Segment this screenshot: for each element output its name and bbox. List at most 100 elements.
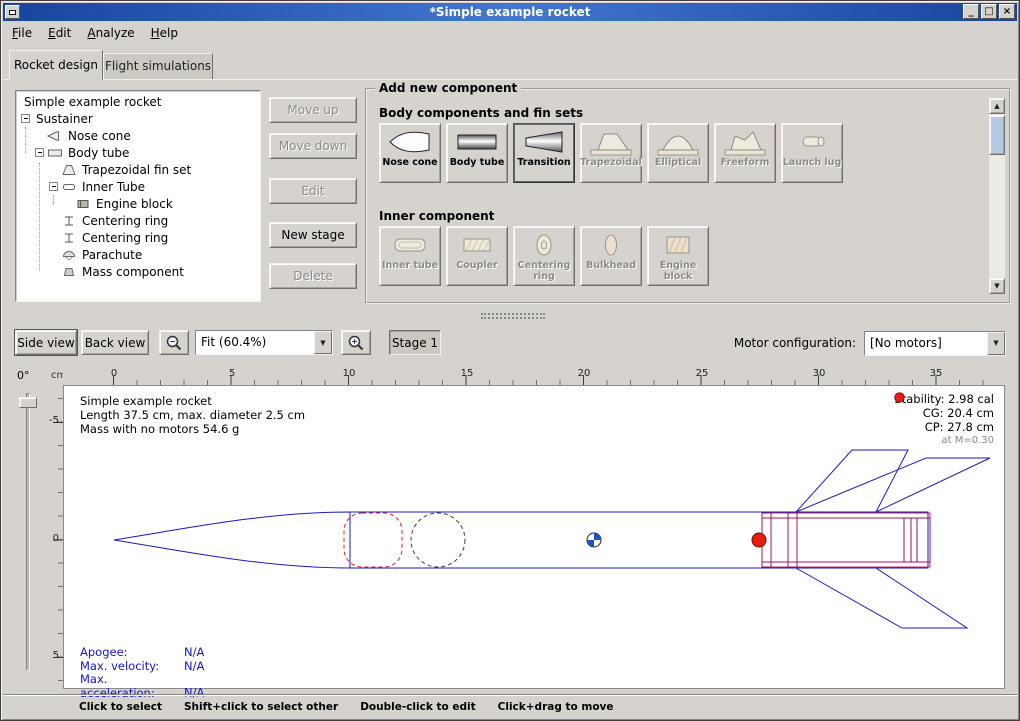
side-view-button[interactable]: Side view xyxy=(15,330,77,355)
collapse-toggle-icon[interactable] xyxy=(49,182,58,191)
scroll-up-icon[interactable]: ▲ xyxy=(989,98,1005,114)
launch-lug-icon xyxy=(790,127,834,157)
rotation-slider-thumb[interactable] xyxy=(19,397,37,408)
stability-value: Stability: 2.98 cal xyxy=(894,392,994,406)
menu-file[interactable]: File xyxy=(4,23,40,44)
centering-ring-icon xyxy=(522,230,566,260)
collapse-toggle-icon[interactable] xyxy=(35,148,44,157)
group-title: Add new component xyxy=(375,81,521,95)
title-bar[interactable]: *Simple example rocket _ □ × xyxy=(3,3,1017,21)
move-down-button[interactable]: Move down xyxy=(269,133,357,159)
horizontal-ruler: 0 5 10 15 20 25 30 35 xyxy=(63,369,1005,385)
rocket-info-text: Simple example rocket Length 37.5 cm, ma… xyxy=(80,394,305,436)
body-tube-icon xyxy=(455,127,499,157)
hint-double-click: Double-click to edit xyxy=(360,701,475,713)
close-button[interactable]: × xyxy=(999,4,1015,19)
menu-help[interactable]: Help xyxy=(143,23,186,44)
add-coupler-button[interactable]: Coupler xyxy=(446,226,508,286)
zoom-in-icon xyxy=(347,334,365,352)
inner-component-label: Inner component xyxy=(379,209,494,223)
cg-icon xyxy=(909,407,920,418)
component-tree[interactable]: Simple example rocket Sustainer Nose con… xyxy=(15,90,261,302)
nose-cone-icon xyxy=(47,130,63,142)
add-centering-ring-button[interactable]: Centering ring xyxy=(513,226,575,286)
collapse-toggle-icon[interactable] xyxy=(21,114,30,123)
tree-item-nose-cone[interactable]: Nose cone xyxy=(16,127,260,144)
add-nose-cone-button[interactable]: Nose cone xyxy=(379,123,441,183)
add-body-tube-button[interactable]: Body tube xyxy=(446,123,508,183)
add-launch-lug-button[interactable]: Launch lug xyxy=(781,123,843,183)
tree-item-centering-ring-2[interactable]: Centering ring xyxy=(16,229,260,246)
transition-icon xyxy=(522,127,566,157)
elliptical-fin-icon xyxy=(656,127,700,157)
add-new-component-group: Add new component Body components and fi… xyxy=(365,88,1011,304)
tree-item-inner-tube[interactable]: Inner Tube xyxy=(16,178,260,195)
zoom-level-select[interactable]: Fit (60.4%) ▼ xyxy=(195,330,333,355)
add-elliptical-fin-button[interactable]: Elliptical xyxy=(647,123,709,183)
scrollbar-thumb[interactable] xyxy=(989,115,1005,155)
menu-edit[interactable]: Edit xyxy=(40,23,79,44)
body-tube-icon xyxy=(47,147,63,159)
centering-ring-icon xyxy=(61,232,77,244)
stage-1-toggle[interactable]: Stage 1 xyxy=(389,330,441,355)
component-panel-scrollbar[interactable]: ▲ ▼ xyxy=(989,98,1005,294)
back-view-button[interactable]: Back view xyxy=(81,330,149,355)
mass-component-icon xyxy=(61,266,77,278)
menu-bar: File Edit Analyze Help xyxy=(4,22,1016,45)
engine-block-icon xyxy=(75,198,91,210)
add-freeform-fin-button[interactable]: Freeform xyxy=(714,123,776,183)
flight-statistics: Apogee:N/A Max. velocity:N/A Max. accele… xyxy=(80,646,204,700)
tree-item-centering-ring-1[interactable]: Centering ring xyxy=(16,212,260,229)
minimize-button[interactable]: _ xyxy=(963,4,979,19)
cp-value: CP: 27.8 cm xyxy=(925,420,994,434)
cg-value: CG: 20.4 cm xyxy=(923,406,994,420)
body-components-label: Body components and fin sets xyxy=(379,106,583,120)
motor-configuration-select[interactable]: [No motors] ▼ xyxy=(864,331,1006,356)
view-toolbar: Side view Back view Fit (60.4%) ▼ Stage … xyxy=(3,327,1017,359)
tree-item-simple-example-rocket[interactable]: Simple example rocket xyxy=(16,93,260,110)
splitter-handle[interactable] xyxy=(481,313,545,319)
fin-set-icon xyxy=(61,164,77,176)
move-up-button[interactable]: Move up xyxy=(269,97,357,123)
add-inner-tube-button[interactable]: Inner tube xyxy=(379,226,441,286)
rotation-slider[interactable] xyxy=(26,393,30,671)
tab-flight-simulations[interactable]: Flight simulations xyxy=(103,53,213,80)
motor-configuration-label: Motor configuration: xyxy=(734,336,856,350)
rocket-canvas[interactable]: Simple example rocket Length 37.5 cm, ma… xyxy=(63,385,1005,689)
tree-item-engine-block[interactable]: Engine block xyxy=(16,195,260,212)
menu-analyze[interactable]: Analyze xyxy=(79,23,142,44)
zoom-in-button[interactable] xyxy=(341,330,371,355)
new-stage-button[interactable]: New stage xyxy=(269,222,357,248)
maximize-button[interactable]: □ xyxy=(981,4,997,19)
window-title: *Simple example rocket xyxy=(3,3,1017,21)
delete-button[interactable]: Delete xyxy=(269,263,357,289)
chevron-down-icon[interactable]: ▼ xyxy=(314,331,332,354)
status-bar: Click to select Shift+click to select ot… xyxy=(3,695,1017,718)
rocket-design-panel: Simple example rocket Sustainer Nose con… xyxy=(3,79,1017,312)
hint-click-to-select: Click to select xyxy=(79,701,162,713)
window-menu-icon[interactable] xyxy=(5,5,20,19)
engine-block-icon xyxy=(656,230,700,260)
tree-item-parachute[interactable]: Parachute xyxy=(16,246,260,263)
tree-item-sustainer[interactable]: Sustainer xyxy=(16,110,260,127)
hint-shift-click: Shift+click to select other xyxy=(184,701,338,713)
zoom-out-button[interactable] xyxy=(159,330,189,355)
parachute-icon xyxy=(61,249,77,261)
edit-button[interactable]: Edit xyxy=(269,178,357,204)
add-transition-button[interactable]: Transition xyxy=(513,123,575,183)
tree-item-mass-component[interactable]: Mass component xyxy=(16,263,260,280)
trapezoidal-fin-icon xyxy=(589,127,633,157)
add-engine-block-button[interactable]: Engine block xyxy=(647,226,709,286)
inner-tube-icon xyxy=(61,181,77,193)
add-trapezoidal-fin-button[interactable]: Trapezoidal xyxy=(580,123,642,183)
chevron-down-icon[interactable]: ▼ xyxy=(987,332,1005,355)
rocket-view-panel: 0° cm 0 5 10 15 20 25 30 35 -5 0 5 xyxy=(9,363,1013,693)
mach-condition: at M=0.30 xyxy=(894,434,994,448)
tab-rocket-design[interactable]: Rocket design xyxy=(9,50,103,80)
scroll-down-icon[interactable]: ▼ xyxy=(989,278,1005,294)
tree-item-body-tube[interactable]: Body tube xyxy=(16,144,260,161)
inner-tube-icon xyxy=(388,230,432,260)
hint-click-drag: Click+drag to move xyxy=(498,701,614,713)
add-bulkhead-button[interactable]: Bulkhead xyxy=(580,226,642,286)
tree-item-trapezoidal-fin-set[interactable]: Trapezoidal fin set xyxy=(16,161,260,178)
